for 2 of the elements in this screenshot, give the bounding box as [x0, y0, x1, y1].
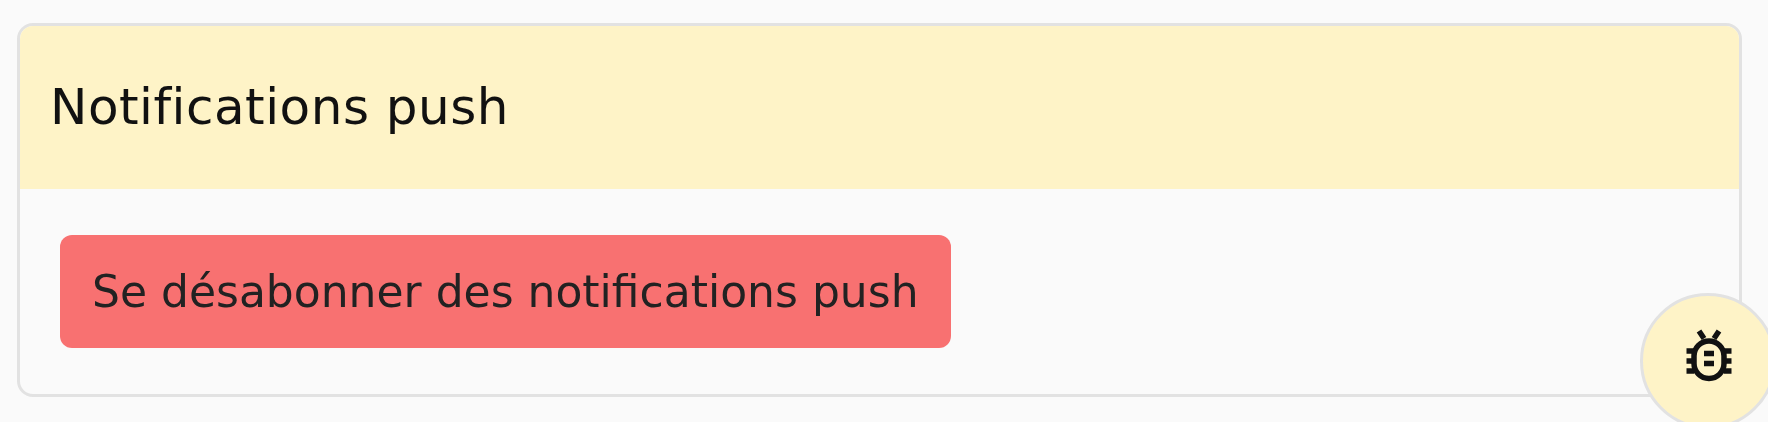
unsubscribe-button[interactable]: Se désabonner des notifications push — [60, 235, 951, 348]
card-title: Notifications push — [50, 77, 509, 138]
